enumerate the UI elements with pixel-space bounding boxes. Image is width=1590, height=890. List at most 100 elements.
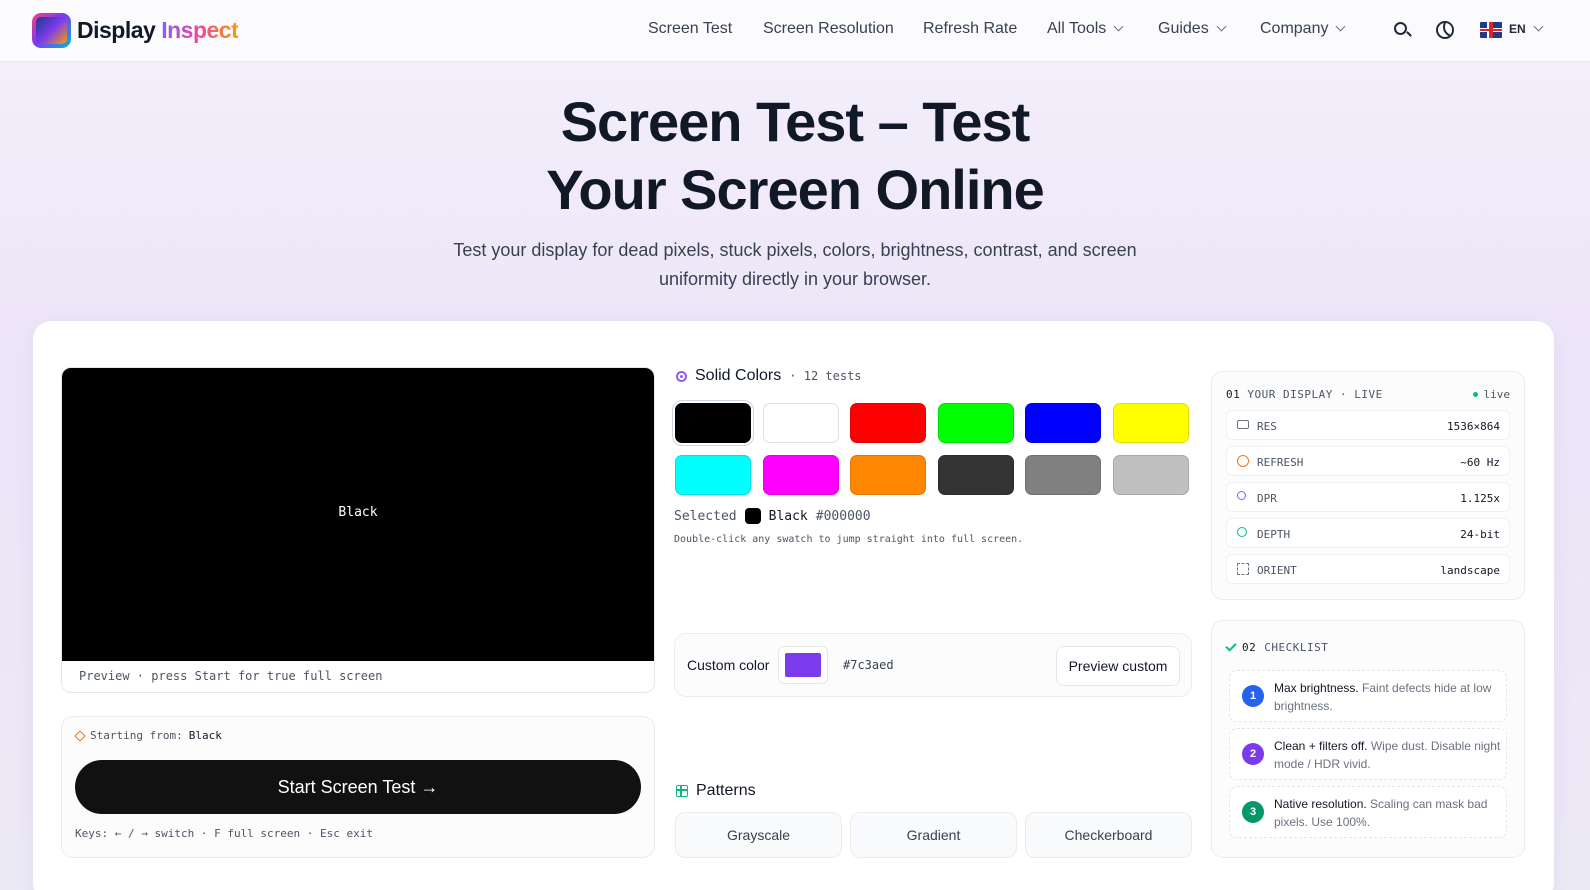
display-info-header: 01 YOUR DISPLAY · LIVE (1226, 388, 1383, 401)
dark-mode-toggle-icon[interactable] (1434, 18, 1456, 42)
check-icon (1225, 640, 1237, 652)
live-label: live (1483, 388, 1511, 401)
nav-screen-resolution[interactable]: Screen Resolution (763, 20, 894, 38)
checklist-item: 3 Native resolution. Scaling can mask bad… (1229, 786, 1507, 838)
checklist-item-text: Clean + filters off. Wipe dust. Disable … (1274, 737, 1502, 773)
palette-icon (676, 370, 687, 382)
solid-colors-count: · 12 tests (789, 369, 862, 383)
preview-color-name: Black (338, 505, 378, 520)
pattern-grayscale-button[interactable]: Grayscale (675, 812, 842, 858)
search-icon[interactable] (1392, 18, 1414, 42)
selected-color: Selected Black #000000 (674, 508, 871, 524)
checklist-item-text: Max brightness. Faint defects hide at lo… (1274, 679, 1502, 715)
nav-all-tools-label: All Tools (1047, 20, 1107, 37)
starting-from: Starting from: Black (74, 729, 222, 742)
checklist-item-title: Native resolution. (1274, 797, 1367, 811)
custom-color-picker[interactable] (778, 646, 828, 684)
color-swatch-yellow[interactable] (1113, 403, 1189, 443)
color-swatch-magenta[interactable] (762, 455, 839, 495)
step-number-badge: 3 (1242, 801, 1264, 823)
nav-company[interactable]: Company (1260, 20, 1346, 38)
color-swatch-cyan[interactable] (675, 455, 751, 495)
pattern-checkerboard-button[interactable]: Checkerboard (1025, 812, 1192, 858)
language-code: EN (1509, 22, 1526, 36)
nav-screen-test[interactable]: Screen Test (648, 20, 732, 38)
display-row-value: ~60 Hz (1460, 456, 1500, 469)
start-screen-test-button[interactable]: Start Screen Test → (75, 760, 641, 814)
display-row-res: RES 1536×864 (1226, 410, 1510, 440)
display-row-orient: ORIENT landscape (1226, 554, 1510, 584)
page-subtitle-line-2: uniformity directly in your browser. (658, 269, 932, 289)
language-selector[interactable]: EN (1509, 21, 1544, 36)
display-row-key: DEPTH (1257, 528, 1291, 541)
color-swatch-blue[interactable] (1025, 403, 1102, 443)
checklist-title: CHECKLIST (1264, 641, 1329, 654)
custom-color-panel: Custom color #7c3aed Preview custom (674, 633, 1192, 697)
color-swatch-dark-gray[interactable] (937, 455, 1014, 495)
selected-label: Selected (674, 508, 737, 524)
magnifier-icon (1237, 491, 1246, 500)
starting-from-label: Starting from: (90, 729, 183, 742)
nav-guides-label: Guides (1158, 20, 1209, 37)
custom-color-hex[interactable]: #7c3aed (843, 658, 894, 672)
brand-name-accent: Inspect (161, 17, 239, 43)
color-swatch-light-gray[interactable] (1113, 455, 1189, 495)
checklist-panel: 02 CHECKLIST 1 Max brightness. Faint defec… (1211, 620, 1525, 858)
step-number-badge: 2 (1242, 743, 1264, 765)
selected-color-chip (744, 508, 761, 524)
checklist-item-title: Clean + filters off. (1274, 739, 1368, 753)
display-row-value: landscape (1440, 564, 1500, 577)
patterns-header: Patterns (676, 782, 756, 800)
chevron-down-icon (1113, 21, 1124, 32)
display-row-refresh: REFRESH ~60 Hz (1226, 446, 1510, 476)
diamond-icon (74, 729, 86, 742)
display-info-number: 01 (1226, 388, 1241, 401)
color-swatch-gray[interactable] (1025, 455, 1102, 495)
nav-refresh-rate[interactable]: Refresh Rate (923, 20, 1017, 38)
brand-name: Display (77, 17, 156, 43)
color-swatch-white[interactable] (762, 403, 839, 443)
uk-flag-icon (1480, 22, 1502, 38)
display-row-key: RES (1257, 420, 1277, 433)
orientation-frame-icon (1237, 563, 1249, 575)
page-title: Screen Test – Test Your Screen Online (0, 88, 1590, 224)
checklist-item: 1 Max brightness. Faint defects hide at l… (1229, 670, 1507, 722)
monitor-icon (1237, 420, 1249, 429)
page-subtitle: Test your display for dead pixels, stuck… (445, 236, 1145, 294)
nav-company-label: Company (1260, 20, 1329, 37)
chevron-down-icon (1216, 21, 1227, 32)
solid-colors-title: Solid Colors (695, 367, 782, 384)
preview-caption: Preview · press Start for true full scre… (79, 669, 383, 683)
starting-from-value: Black (188, 729, 222, 742)
keyboard-shortcuts-hint: Keys: ← / → switch · F full screen · Esc… (75, 827, 374, 840)
pattern-gradient-button[interactable]: Gradient (850, 812, 1017, 858)
patterns-title: Patterns (696, 782, 756, 799)
swatch-hint: Double-click any swatch to jump straight… (674, 534, 1024, 545)
color-swatch-orange[interactable] (850, 455, 927, 495)
checklist-item-text: Native resolution. Scaling can mask bad … (1274, 795, 1502, 831)
display-row-key: REFRESH (1257, 456, 1304, 469)
brand-logo[interactable]: Display Inspect (32, 13, 239, 48)
color-swatch-green[interactable] (937, 403, 1014, 443)
checklist-item: 2 Clean + filters off. Wipe dust. Disable… (1229, 728, 1507, 780)
preview-custom-button[interactable]: Preview custom (1056, 646, 1180, 686)
display-row-key: ORIENT (1257, 564, 1297, 577)
live-indicator: live (1472, 388, 1511, 401)
color-preview[interactable]: Black Preview · press Start for true ful… (61, 367, 655, 693)
display-row-value: 24-bit (1460, 528, 1500, 541)
preview-screen: Black (62, 368, 654, 661)
selected-color-name: Black (768, 508, 808, 524)
start-panel: Starting from: Black Start Screen Test → … (61, 716, 655, 858)
palette-icon (1237, 527, 1247, 537)
page-subtitle-line-1: Test your display for dead pixels, stuck… (453, 240, 1137, 260)
grid-icon (676, 785, 688, 797)
nav-guides[interactable]: Guides (1158, 20, 1227, 38)
live-dot-icon (1472, 392, 1478, 397)
display-info-title: YOUR DISPLAY · LIVE (1247, 388, 1383, 401)
custom-color-label: Custom color (687, 657, 770, 673)
checklist-number: 02 (1242, 641, 1257, 654)
page-title-line-1: Screen Test – Test (560, 90, 1031, 153)
color-swatch-black[interactable] (675, 403, 751, 443)
nav-all-tools[interactable]: All Tools (1047, 20, 1124, 38)
color-swatch-red[interactable] (850, 403, 927, 443)
